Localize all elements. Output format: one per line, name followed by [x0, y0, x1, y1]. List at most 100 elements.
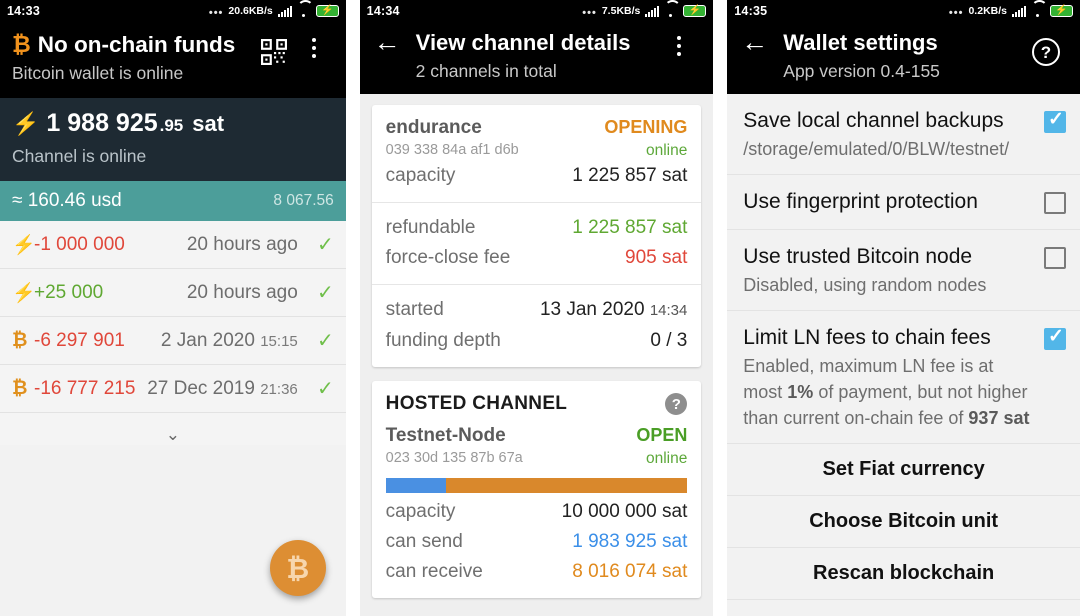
wallet-subtitle: Bitcoin wallet is online	[12, 63, 184, 83]
app-version-subtitle: App version 0.4-155	[783, 61, 940, 81]
battery-charging-icon: ⚡	[683, 5, 707, 17]
balance-unit: sat	[192, 111, 225, 136]
channels-appbar: ← View channel details 2 channels in tot…	[359, 22, 714, 94]
transaction-confirmed-icon: ✓	[317, 378, 334, 400]
setting-checkbox[interactable]	[1044, 325, 1066, 350]
bitcoin-icon: ₿	[12, 377, 28, 399]
fiat-rate-bar[interactable]: ≈ 160.46 usd 8 067.56	[0, 181, 346, 221]
battery-charging-icon: ⚡	[1050, 5, 1073, 17]
channel-balance-bar	[385, 478, 688, 493]
back-button[interactable]: ←	[741, 28, 783, 56]
balance-integer: 1 988 925	[46, 109, 158, 137]
settings-list: Save local channel backups/storage/emula…	[727, 94, 1080, 616]
stat-value: 0 / 3	[650, 330, 688, 351]
channel-node-id: 039 338 84a af1 d6b	[385, 142, 519, 158]
settings-toggle-row[interactable]: Use trusted Bitcoin node Disabled, using …	[727, 230, 1080, 311]
bar-segment-can-receive	[446, 478, 688, 493]
transaction-timestamp: 20 hours ago	[186, 233, 298, 255]
receive-bitcoin-fab[interactable]: ₿	[269, 540, 326, 596]
status-bar-settings: 14:35 ••• 0.2KB/s ⚡	[727, 0, 1080, 22]
transaction-confirmed-icon: ✓	[317, 282, 334, 304]
channel-stats-top: capacity 1 225 857 sat	[386, 161, 688, 191]
settings-action-button[interactable]: Rescan blockchain	[727, 548, 1080, 600]
wifi-icon	[297, 6, 311, 17]
channel-connectivity: online	[646, 142, 688, 159]
transaction-row[interactable]: ₿ -16 777 215 27 Dec 2019 21:36 ✓	[0, 365, 346, 413]
balance-block[interactable]: ⚡ 1 988 925 .95 sat Channel is online	[0, 98, 346, 181]
transaction-amount: -1 000 000	[34, 233, 125, 255]
qr-code-icon	[260, 39, 287, 65]
stat-value: 905 sat	[625, 247, 688, 268]
channel-card-hosted[interactable]: HOSTED CHANNEL ? Testnet-Node 023 30d 13…	[371, 381, 702, 598]
setting-checkbox[interactable]	[1044, 108, 1066, 133]
setting-description: /storage/emulated/0/BLW/testnet/	[743, 139, 1010, 159]
transaction-list: ⚡ -1 000 000 20 hours ago ✓ ⚡ +25 000 20 hours…	[0, 221, 346, 413]
setting-description: Disabled, using random nodes	[743, 275, 987, 295]
channel-details-screen: 14:34 ••• 7.5KB/s ⚡ ← View channel detai…	[359, 0, 714, 616]
wallet-header: ₿ No on-chain funds Bitcoin wallet is on…	[0, 22, 346, 98]
status-bar-notification-dots: •••	[208, 7, 224, 19]
stat-label: capacity	[385, 165, 456, 186]
stat-value: 10 000 000 sat	[561, 501, 688, 522]
channel-peer-name: endurance	[385, 117, 482, 138]
settings-toggle-row[interactable]: Limit LN fees to chain fees Enabled, maxi…	[727, 311, 1080, 444]
bitcoin-icon: ₿	[12, 32, 31, 58]
setting-title: Limit LN fees to chain fees	[743, 326, 991, 349]
setting-checkbox[interactable]	[1044, 247, 1066, 269]
transaction-row[interactable]: ⚡ +25 000 20 hours ago ✓	[0, 269, 346, 317]
qr-scan-button[interactable]	[254, 30, 294, 65]
help-icon[interactable]: ?	[665, 393, 688, 415]
hosted-connectivity: online	[646, 450, 688, 467]
wifi-icon	[1031, 6, 1045, 17]
settings-action-button[interactable]: Set Fiat currency	[727, 444, 1080, 496]
stat-row: started 13 Jan 2020 14:34	[386, 295, 688, 326]
stat-row: refundable 1 225 857 sat	[386, 213, 688, 243]
stat-value: 1 225 857 sat	[572, 217, 688, 238]
channels-list: endurance 039 338 84a af1 d6b OPENING on…	[359, 94, 714, 616]
settings-toggle-row[interactable]: Use fingerprint protection	[727, 175, 1080, 230]
channel-stats-mid: refundable 1 225 857 sat force-close fee 90…	[372, 203, 702, 284]
battery-charging-icon: ⚡	[315, 5, 339, 17]
setting-title: Use fingerprint protection	[743, 190, 978, 213]
bitcoin-icon: ₿	[12, 329, 28, 351]
balance-amount-row: ⚡ 1 988 925 .95 sat	[12, 106, 334, 143]
page-subtitle: 2 channels in total	[415, 61, 557, 81]
signal-bars-icon	[1012, 5, 1026, 17]
status-bar-clock: 14:34	[366, 4, 400, 18]
settings-help-button[interactable]: ?	[1026, 28, 1066, 66]
settings-action-button[interactable]: Choose Bitcoin unit	[727, 496, 1080, 548]
expand-transactions-button[interactable]: ⌄	[0, 413, 346, 445]
stat-row: funding depth 0 / 3	[386, 326, 688, 356]
stat-value: 1 225 857 sat	[572, 165, 688, 186]
back-button[interactable]: ←	[374, 28, 416, 56]
channel-state-badge: OPENING	[604, 117, 688, 137]
transaction-confirmed-icon: ✓	[317, 330, 334, 352]
transaction-amount: -16 777 215	[34, 377, 136, 399]
stat-row: can send 1 983 925 sat	[386, 527, 688, 557]
transaction-timestamp: 2 Jan 2020 15:15	[160, 329, 298, 351]
channels-overflow-menu-button[interactable]	[659, 28, 699, 56]
transaction-row[interactable]: ₿ -6 297 901 2 Jan 2020 15:15 ✓	[0, 317, 346, 365]
channel-status-text: Channel is online	[12, 146, 147, 166]
stat-value: 8 016 074 sat	[572, 561, 688, 582]
bar-segment-can-send	[385, 478, 446, 493]
overflow-menu-icon	[677, 32, 682, 56]
three-screenshot-strip: 14:33 ••• 20.6KB/s ⚡ ₿ No on-chain funds…	[0, 0, 1080, 616]
transaction-timestamp: 27 Dec 2019 21:36	[147, 377, 298, 399]
overflow-menu-icon	[311, 34, 316, 58]
page-title: Wallet settings	[783, 30, 938, 55]
status-bar-network-speed: 20.6KB/s	[228, 5, 273, 17]
wallet-screen: 14:33 ••• 20.6KB/s ⚡ ₿ No on-chain funds…	[0, 0, 346, 616]
transaction-row[interactable]: ⚡ -1 000 000 20 hours ago ✓	[0, 221, 346, 269]
balance-fraction: .95	[159, 116, 184, 135]
transaction-amount: -6 297 901	[34, 329, 125, 351]
setting-checkbox[interactable]	[1044, 192, 1066, 214]
channel-card-normal[interactable]: endurance 039 338 84a af1 d6b OPENING on…	[371, 105, 702, 367]
wallet-overflow-menu-button[interactable]	[294, 30, 334, 58]
status-bar-notification-dots: •••	[948, 7, 964, 19]
stat-row: capacity 10 000 000 sat	[386, 497, 688, 527]
status-bar-clock: 14:35	[734, 4, 768, 18]
settings-toggle-row[interactable]: Save local channel backups/storage/emula…	[727, 94, 1080, 175]
transaction-confirmed-icon: ✓	[317, 234, 334, 256]
hosted-channel-section-title: HOSTED CHANNEL	[385, 393, 568, 414]
